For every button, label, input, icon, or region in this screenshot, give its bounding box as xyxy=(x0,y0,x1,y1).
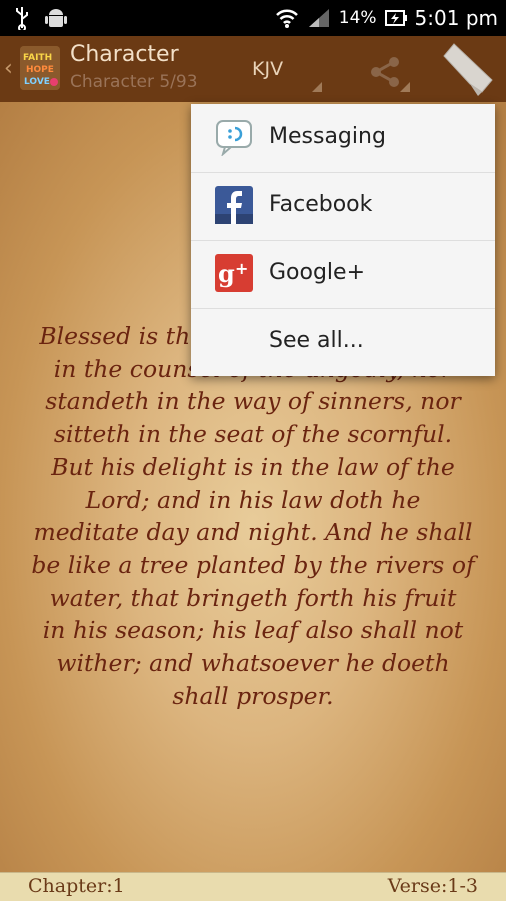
action-bar: ‹ FAITH HOPE LOVE Character Character 5/… xyxy=(0,36,506,102)
share-item-messaging[interactable]: Messaging xyxy=(191,104,495,173)
svg-text:LOVE: LOVE xyxy=(24,77,50,87)
signal-icon xyxy=(308,9,329,27)
share-icon[interactable] xyxy=(368,54,404,90)
share-item-see-all[interactable]: See all... xyxy=(191,308,495,376)
bookmark-icon[interactable] xyxy=(440,42,496,98)
share-item-label: Facebook xyxy=(269,192,373,217)
version-selector[interactable]: KJV xyxy=(252,58,283,80)
battery-percent: 14% xyxy=(338,8,377,28)
verse-line: water, that bringeth forth his fruit xyxy=(49,583,457,612)
google-plus-icon: g + xyxy=(215,254,253,292)
chapter-label: Chapter:1 xyxy=(28,875,125,897)
messaging-icon xyxy=(216,120,252,156)
wifi-icon xyxy=(275,9,298,28)
chevron-left-icon[interactable]: ‹ xyxy=(4,56,13,81)
share-menu: Messaging Facebook g + Google+ See all..… xyxy=(191,104,495,376)
dropdown-corner-icon xyxy=(312,82,322,92)
clock: 5:01 pm xyxy=(414,6,498,30)
verse-line: But his delight is in the law of the xyxy=(51,452,455,481)
share-item-facebook[interactable]: Facebook xyxy=(191,172,495,241)
usb-icon xyxy=(16,7,28,30)
share-item-label: See all... xyxy=(269,328,364,353)
verse-line: Lord; and in his law doth he xyxy=(85,485,421,514)
battery-icon xyxy=(384,10,407,26)
svg-text:+: + xyxy=(235,259,248,278)
facebook-icon xyxy=(215,186,253,224)
svg-text:HOPE: HOPE xyxy=(26,65,54,75)
footer-bar: Chapter:1 Verse:1-3 xyxy=(0,872,506,901)
android-icon xyxy=(45,9,67,27)
svg-text:FAITH: FAITH xyxy=(23,53,52,63)
verse-line: in his season; his leaf also shall not xyxy=(42,616,464,645)
app-logo-icon[interactable]: FAITH HOPE LOVE xyxy=(20,46,60,90)
page-subtitle: Character 5/93 xyxy=(70,72,198,92)
page-title[interactable]: Character xyxy=(70,42,179,67)
share-item-label: Messaging xyxy=(269,124,386,149)
verse-line: meditate day and night. And he shall xyxy=(33,518,473,547)
svg-text:g: g xyxy=(218,259,235,288)
status-bar: 14% 5:01 pm xyxy=(0,0,506,36)
verse-line: shall prosper. xyxy=(172,681,334,710)
dropdown-corner-icon xyxy=(400,82,410,92)
verse-line: wither; and whatsoever he doeth xyxy=(56,649,450,678)
verse-range-label: Verse:1-3 xyxy=(387,875,478,897)
share-item-google-plus[interactable]: g + Google+ xyxy=(191,240,495,309)
verse-line: standeth in the way of sinners, nor xyxy=(45,387,461,416)
verse-text: Blessed is the man that walketh not in t… xyxy=(8,320,498,712)
verse-line: be like a tree planted by the rivers of xyxy=(31,550,475,579)
verse-line: sitteth in the seat of the scornful. xyxy=(53,420,453,449)
share-item-label: Google+ xyxy=(269,260,366,285)
